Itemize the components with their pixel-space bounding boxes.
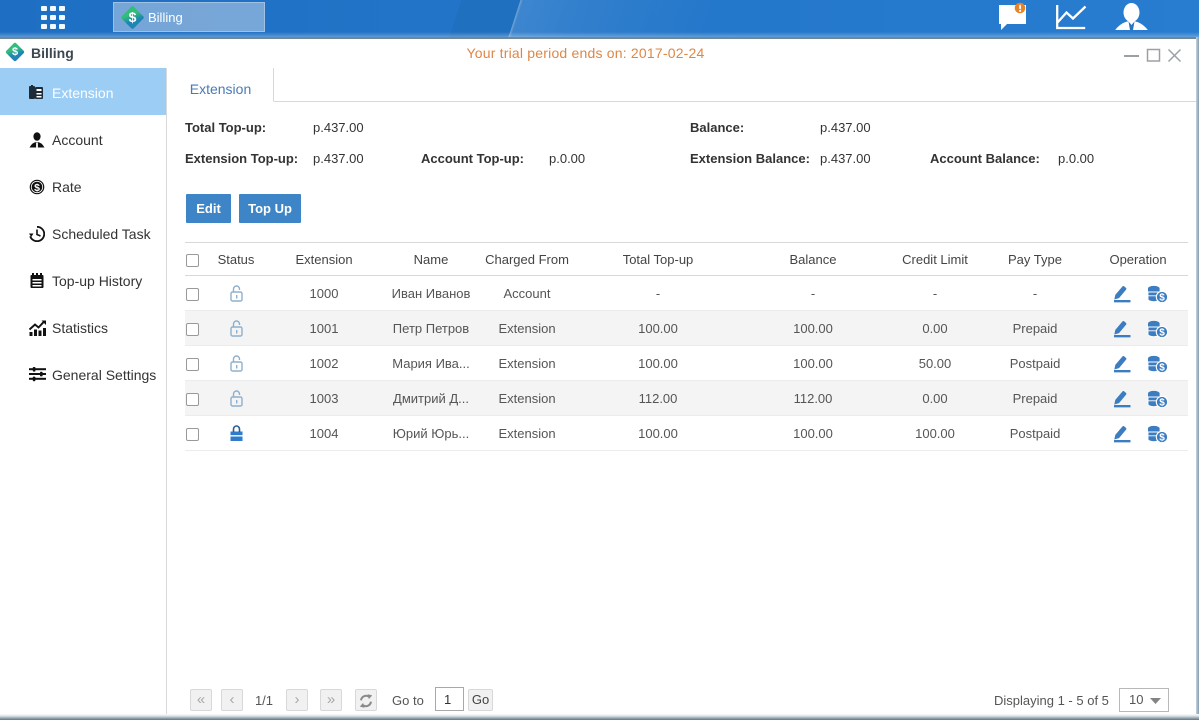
svg-text:$: $ [1159,293,1165,304]
svg-text:$: $ [1159,433,1165,444]
svg-text:$: $ [1159,398,1165,409]
svg-text:$: $ [34,182,40,194]
svg-text:$: $ [1159,363,1165,374]
svg-text:$: $ [1159,328,1165,339]
